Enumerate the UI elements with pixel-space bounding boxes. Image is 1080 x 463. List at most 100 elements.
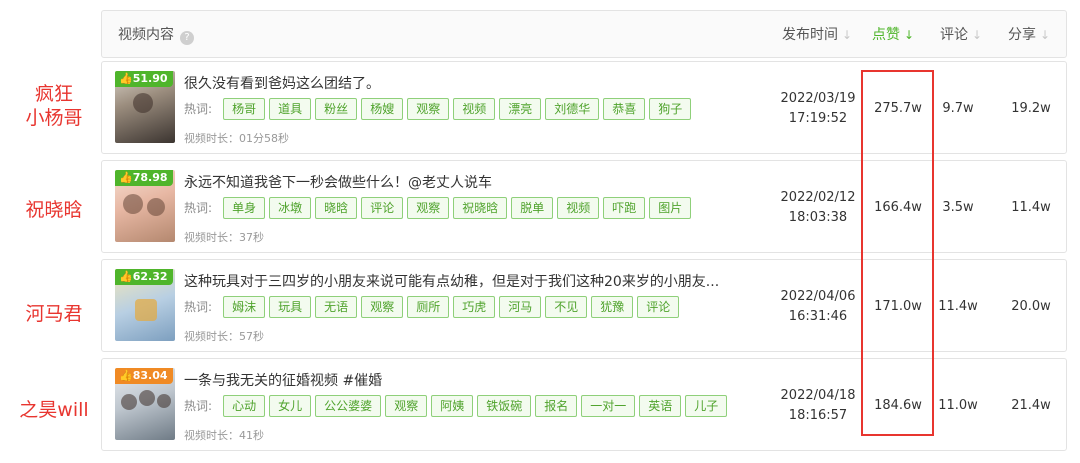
hot-word-tag[interactable]: 刘德华 (545, 98, 600, 120)
hot-word-tag[interactable]: 河马 (499, 296, 542, 318)
help-icon[interactable]: ? (180, 31, 194, 45)
hot-word-tag[interactable]: 巧虎 (453, 296, 496, 318)
hot-word-tag[interactable]: 评论 (637, 296, 680, 318)
score-value: 78.98 (132, 171, 168, 184)
publish-time-label: 发布时间 (782, 27, 838, 43)
score-value: 62.32 (132, 270, 168, 283)
sort-arrow-icon: ↓ (904, 28, 915, 42)
hot-word-tag[interactable]: 观察 (407, 98, 450, 120)
publish-clock: 16:31:46 (788, 308, 848, 324)
hot-word-tag[interactable]: 观察 (407, 197, 450, 219)
hot-word-tag[interactable]: 观察 (361, 296, 404, 318)
hot-word-tag[interactable]: 道具 (269, 98, 312, 120)
likes-sort[interactable]: 点赞 ↓ (872, 11, 914, 59)
thumbnail-figure (139, 390, 155, 406)
hot-word-tag[interactable]: 晓晗 (315, 197, 358, 219)
hot-word-tag[interactable]: 观察 (385, 395, 428, 417)
publish-date: 2022/03/19 (780, 90, 856, 106)
score-badge: 👍83.04 (115, 368, 173, 384)
side-label-1-line1: 疯狂 (34, 83, 73, 105)
table-row[interactable]: 👍78.98 永远不知道我爸下一秒会做些什么！@老丈人说车 热词: 单身 冰墩 晓晗… (101, 160, 1067, 253)
hot-word-tag[interactable]: 不见 (545, 296, 588, 318)
hot-word-tag[interactable]: 脱单 (511, 197, 554, 219)
side-label-1-line2: 小杨哥 (25, 107, 83, 129)
publish-date: 2022/04/06 (780, 288, 856, 304)
hot-word-tag[interactable]: 儿子 (685, 395, 728, 417)
likes-count: 166.4w (874, 200, 922, 215)
side-label-2: 祝晓晗 (25, 199, 83, 221)
shares-sort[interactable]: 分享 ↓ (1008, 11, 1050, 59)
hot-word-tag[interactable]: 厕所 (407, 296, 450, 318)
hot-word-tag[interactable]: 单身 (223, 197, 266, 219)
hot-word-tag[interactable]: 公公婆婆 (315, 395, 382, 417)
shares-count: 21.4w (1011, 398, 1051, 413)
hot-word-tag[interactable]: 无语 (315, 296, 358, 318)
hot-word-tag[interactable]: 一对一 (581, 395, 636, 417)
publish-time: 2022/04/06 16:31:46 (764, 260, 872, 353)
publish-date: 2022/02/12 (780, 189, 856, 205)
hot-word-tag[interactable]: 狗子 (649, 98, 692, 120)
video-thumbnail[interactable]: 👍78.98 (115, 170, 175, 242)
likes-count: 184.6w (874, 398, 922, 413)
video-thumbnail[interactable]: 👍83.04 (115, 368, 175, 440)
hot-word-tag[interactable]: 图片 (649, 197, 692, 219)
publish-clock: 17:19:52 (788, 110, 848, 126)
comments-count: 11.4w (938, 299, 978, 314)
hot-word-tag[interactable]: 心动 (223, 395, 266, 417)
hot-word-tag[interactable]: 冰墩 (269, 197, 312, 219)
video-title[interactable]: 永远不知道我爸下一秒会做些什么！@老丈人说车 (184, 172, 492, 192)
hot-word-tag[interactable]: 犹豫 (591, 296, 634, 318)
hot-word-tag[interactable]: 粉丝 (315, 98, 358, 120)
thumbnail-figure (157, 394, 171, 408)
table-row[interactable]: 👍51.90 很久没有看到爸妈这么团结了。 热词: 杨哥 道具 粉丝 杨嫂 观察 视频 漂亮… (101, 61, 1067, 154)
likes-label: 点赞 (872, 27, 900, 43)
likes-count: 275.7w (874, 101, 922, 116)
video-duration: 视频时长：01分58秒 (184, 132, 289, 145)
hot-word-tag[interactable]: 杨嫂 (361, 98, 404, 120)
side-label-1: 疯狂 小杨哥 (10, 82, 98, 130)
video-ranking-panel: 疯狂 小杨哥 祝晓晗 河马君 之昊will 视频内容? 发布时间 ↓ 点赞 ↓ 评论… (0, 0, 1080, 463)
hot-word-tag[interactable]: 评论 (361, 197, 404, 219)
hot-word-tag[interactable]: 铁饭碗 (477, 395, 532, 417)
hot-word-tag[interactable]: 女儿 (269, 395, 312, 417)
table-header: 视频内容? 发布时间 ↓ 点赞 ↓ 评论 ↓ 分享 ↓ (101, 10, 1067, 58)
video-title[interactable]: 这种玩具对于三四岁的小朋友来说可能有点幼稚，但是对于我们这种20来岁的小朋友..… (184, 271, 719, 291)
hot-word-tag[interactable]: 阿姨 (431, 395, 474, 417)
thumbnail-figure (133, 93, 153, 113)
hot-word-tag[interactable]: 祝晓晗 (453, 197, 508, 219)
publish-time: 2022/04/18 18:16:57 (764, 359, 872, 452)
table-row[interactable]: 👍62.32 这种玩具对于三四岁的小朋友来说可能有点幼稚，但是对于我们这种20来… (101, 259, 1067, 352)
thumbnail-figure (121, 394, 137, 410)
video-thumbnail[interactable]: 👍62.32 (115, 269, 175, 341)
hot-word-tag[interactable]: 英语 (639, 395, 682, 417)
hot-word-tag[interactable]: 报名 (535, 395, 578, 417)
video-title[interactable]: 很久没有看到爸妈这么团结了。 (184, 73, 380, 93)
hot-word-tag[interactable]: 杨哥 (223, 98, 266, 120)
hot-words: 热词: 单身 冰墩 晓晗 评论 观察 祝晓晗 脱单 视频 吓跑 图片 (184, 197, 695, 219)
hot-word-tag[interactable]: 玩具 (269, 296, 312, 318)
publish-time: 2022/02/12 18:03:38 (764, 161, 872, 254)
hot-word-tag[interactable]: 视频 (453, 98, 496, 120)
hot-word-tag[interactable]: 视频 (557, 197, 600, 219)
publish-time-sort[interactable]: 发布时间 ↓ (782, 11, 852, 59)
comments-count: 3.5w (942, 200, 974, 215)
side-label-4: 之昊will (19, 399, 89, 421)
hot-word-tag[interactable]: 漂亮 (499, 98, 542, 120)
hot-word-tag[interactable]: 姆沫 (223, 296, 266, 318)
video-duration: 视频时长：37秒 (184, 231, 264, 244)
table-row[interactable]: 👍83.04 一条与我无关的征婚视频 #催婚 热词: 心动 女儿 公公婆婆 观察 阿姨铁… (101, 358, 1067, 451)
shares-count: 19.2w (1011, 101, 1051, 116)
video-title[interactable]: 一条与我无关的征婚视频 #催婚 (184, 370, 382, 390)
hot-word-tag[interactable]: 吓跑 (603, 197, 646, 219)
shares-count: 20.0w (1011, 299, 1051, 314)
comments-count: 11.0w (938, 398, 978, 413)
thumbnail-figure (135, 299, 157, 321)
hot-words-label: 热词: (184, 102, 213, 116)
side-label-3: 河马君 (25, 303, 83, 325)
video-thumbnail[interactable]: 👍51.90 (115, 71, 175, 143)
video-duration: 视频时长：57秒 (184, 330, 264, 343)
publish-date: 2022/04/18 (780, 387, 856, 403)
comments-sort[interactable]: 评论 ↓ (940, 11, 982, 59)
hot-words-label: 热词: (184, 399, 213, 413)
hot-word-tag[interactable]: 恭喜 (603, 98, 646, 120)
